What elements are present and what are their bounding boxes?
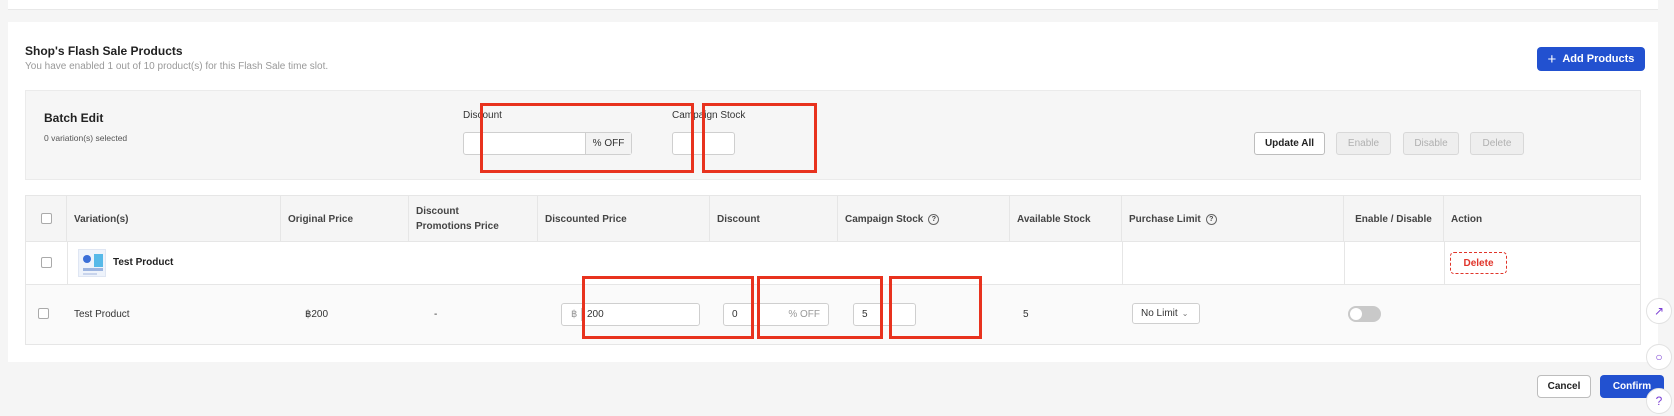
col-original-price: Original Price xyxy=(281,196,409,242)
update-all-button[interactable]: Update All xyxy=(1254,132,1325,155)
table-header: Variation(s) Original Price Discount Pro… xyxy=(26,196,1640,242)
variation-original-price: ฿200 xyxy=(305,309,329,320)
section-title: Shop's Flash Sale Products xyxy=(25,44,183,58)
col-discounted-price: Discounted Price xyxy=(538,196,710,242)
batch-edit-panel: Batch Edit 0 variation(s) selected Disco… xyxy=(25,90,1641,180)
col-variations: Variation(s) xyxy=(67,196,281,242)
product-name: Test Product xyxy=(113,257,174,268)
chat-icon[interactable]: ○ xyxy=(1646,344,1672,370)
pin-icon[interactable]: ↗ xyxy=(1646,298,1672,324)
highlight-campaign-stock xyxy=(889,276,982,339)
help-icon[interactable]: ? xyxy=(1646,388,1672,414)
plus-icon: + xyxy=(1547,50,1557,68)
product-thumbnail xyxy=(78,249,106,277)
highlight-batch-discount xyxy=(480,103,694,173)
cell-divider xyxy=(67,242,68,284)
batch-selected-count: 0 variation(s) selected xyxy=(44,133,128,143)
purchase-limit-select[interactable]: No Limit ⌄ xyxy=(1132,303,1200,324)
variation-promotions-price: - xyxy=(434,309,438,320)
previous-section-card xyxy=(8,0,1658,10)
variation-row-checkbox[interactable] xyxy=(38,308,49,319)
variation-available-stock: 5 xyxy=(1023,309,1029,320)
product-row-checkbox[interactable] xyxy=(41,257,52,268)
col-available-stock: Available Stock xyxy=(1010,196,1122,242)
enable-toggle[interactable] xyxy=(1348,306,1381,322)
cancel-button[interactable]: Cancel xyxy=(1537,375,1591,398)
col-purchase-limit-label: Purchase Limit xyxy=(1129,213,1201,225)
toggle-knob xyxy=(1350,308,1362,320)
highlight-discounted-price xyxy=(582,276,754,339)
cell-divider xyxy=(1444,242,1445,284)
purchase-limit-value: No Limit xyxy=(1141,308,1178,319)
col-enable-disable: Enable / Disable xyxy=(1344,196,1444,242)
col-purchase-limit: Purchase Limit ? xyxy=(1122,196,1344,242)
purchase-limit-info-icon[interactable]: ? xyxy=(1205,213,1217,225)
select-all-checkbox[interactable] xyxy=(41,213,52,224)
cell-divider xyxy=(1344,242,1345,284)
col-campaign-stock-label: Campaign Stock xyxy=(845,213,924,225)
highlight-batch-stock xyxy=(702,103,817,173)
batch-delete-button[interactable]: Delete xyxy=(1470,132,1524,155)
batch-edit-title: Batch Edit xyxy=(44,111,104,125)
highlight-variation-discount xyxy=(757,276,883,339)
section-subtitle: You have enabled 1 out of 10 product(s) … xyxy=(25,61,329,72)
campaign-stock-info-icon[interactable]: ? xyxy=(928,213,940,225)
chevron-down-icon: ⌄ xyxy=(1181,309,1189,318)
col-discount-promotions-price: Discount Promotions Price xyxy=(409,196,538,242)
col-discount: Discount xyxy=(710,196,838,242)
batch-disable-button[interactable]: Disable xyxy=(1403,132,1459,155)
cell-divider xyxy=(1122,242,1123,284)
header-select-cell xyxy=(26,196,67,242)
col-action: Action xyxy=(1451,213,1483,225)
product-delete-button[interactable]: Delete xyxy=(1450,252,1507,274)
variation-name: Test Product xyxy=(74,309,130,320)
add-products-label: Add Products xyxy=(1562,53,1635,65)
batch-enable-button[interactable]: Enable xyxy=(1336,132,1391,155)
col-campaign-stock: Campaign Stock ? xyxy=(838,196,1010,242)
add-products-button[interactable]: + Add Products xyxy=(1537,47,1645,71)
currency-prefix: ฿ xyxy=(571,309,578,320)
